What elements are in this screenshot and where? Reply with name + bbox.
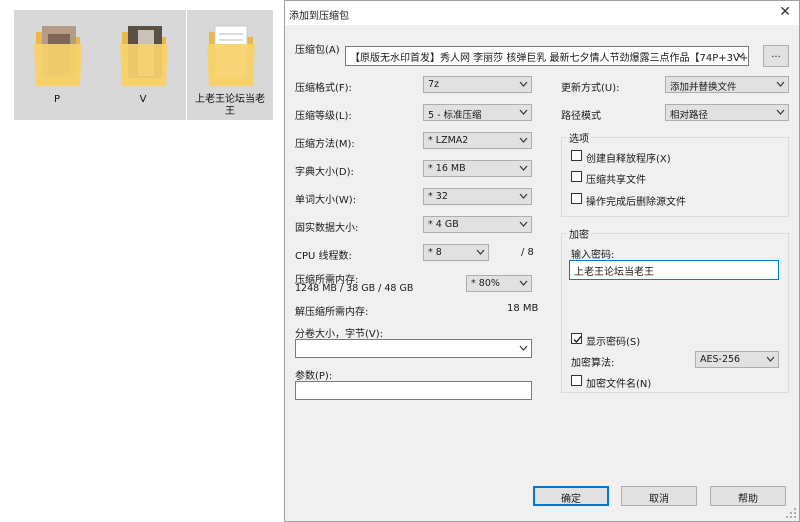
solid-value: * 4 GB: [428, 219, 459, 230]
update-mode-select[interactable]: 添加并替换文件: [665, 76, 789, 93]
shared-label: 压缩共享文件: [586, 175, 646, 186]
folder-icon: [34, 26, 82, 86]
format-select[interactable]: 7z: [423, 76, 532, 93]
chevron-down-icon: [519, 137, 528, 143]
archive-path-combo[interactable]: 【原版无水印首发】秀人网 李丽莎 核弹巨乳 最新七夕情人节劲爆露三点作品【74P…: [345, 46, 749, 66]
resize-grip-icon[interactable]: [785, 507, 797, 519]
volume-label: 分卷大小，字节(V):: [295, 329, 384, 340]
folder-p[interactable]: P: [14, 10, 100, 120]
word-value: * 32: [428, 191, 448, 202]
update-mode-value: 添加并替换文件: [670, 82, 737, 93]
chevron-down-icon: [766, 356, 775, 362]
volume-size-combo[interactable]: [295, 339, 532, 358]
threads-select[interactable]: * 8: [423, 244, 489, 261]
cancel-button[interactable]: 取消: [621, 486, 697, 506]
folder-laowang[interactable]: 上老王论坛当老王: [187, 10, 273, 120]
params-label: 参数(P):: [295, 371, 333, 382]
path-mode-value: 相对路径: [670, 110, 709, 121]
folder-icon: [207, 25, 255, 86]
method-value: * LZMA2: [428, 135, 469, 146]
memory-percent-value: * 80%: [471, 278, 500, 289]
chevron-down-icon: [519, 109, 528, 115]
decomp-memory-label: 解压缩所需内存:: [295, 307, 369, 318]
options-group-title: 选项: [567, 130, 591, 145]
path-mode-select[interactable]: 相对路径: [665, 104, 789, 121]
dict-value: * 16 MB: [428, 163, 466, 174]
delete-after-checkbox[interactable]: [571, 193, 582, 204]
folder-name: V: [139, 94, 147, 105]
params-input[interactable]: [295, 381, 532, 400]
chevron-down-icon: [519, 81, 528, 87]
folder-icon: [120, 26, 168, 86]
dialog-title: 添加到压缩包: [289, 11, 349, 22]
folder-name: 上老王论坛当老王: [195, 94, 265, 117]
help-button[interactable]: 帮助: [710, 486, 786, 506]
sfx-checkbox[interactable]: [571, 150, 582, 161]
delete-after-label: 操作完成后删除源文件: [586, 197, 686, 208]
solid-select[interactable]: * 4 GB: [423, 216, 532, 233]
browse-button[interactable]: ...: [763, 45, 789, 67]
shared-checkbox[interactable]: [571, 171, 582, 182]
threads-max: / 8: [521, 247, 534, 258]
encrypt-names-checkbox[interactable]: [571, 375, 582, 386]
checkmark-icon: [573, 336, 582, 344]
password-label: 输入密码:: [571, 250, 615, 261]
memory-detail: 1248 MB / 38 GB / 48 GB: [295, 283, 414, 294]
password-value: 上老王论坛当老王: [574, 267, 654, 278]
word-label: 单词大小(W):: [295, 195, 357, 206]
level-value: 5 - 标准压缩: [428, 110, 482, 121]
algo-select[interactable]: AES-256: [695, 351, 779, 368]
chevron-down-icon: [519, 221, 528, 227]
level-label: 压缩等级(L):: [295, 111, 352, 122]
threads-label: CPU 线程数:: [295, 251, 352, 262]
encryption-group-title: 加密: [567, 226, 591, 241]
threads-value: * 8: [428, 247, 442, 258]
update-mode-label: 更新方式(U):: [561, 83, 620, 94]
chevron-down-icon: [519, 280, 528, 286]
chevron-down-icon: [519, 193, 528, 199]
folder-v[interactable]: V: [100, 10, 186, 120]
word-select[interactable]: * 32: [423, 188, 532, 205]
title-bar: 添加到压缩包 ✕: [285, 1, 799, 25]
ok-button[interactable]: 确定: [533, 486, 609, 506]
format-label: 压缩格式(F):: [295, 83, 352, 94]
memory-percent-select[interactable]: * 80%: [466, 275, 532, 292]
chevron-down-icon: [519, 345, 528, 351]
chevron-down-icon: [776, 81, 785, 87]
folder-name: P: [53, 94, 61, 105]
solid-label: 固实数据大小:: [295, 223, 359, 234]
algo-value: AES-256: [700, 354, 741, 365]
algo-label: 加密算法:: [571, 358, 615, 369]
format-value: 7z: [428, 79, 440, 90]
add-to-archive-dialog: 添加到压缩包 ✕ 压缩包(A) 【原版无水印首发】秀人网 李丽莎 核弹巨乳 最新…: [284, 0, 800, 522]
method-select[interactable]: * LZMA2: [423, 132, 532, 149]
archive-path-value: 【原版无水印首发】秀人网 李丽莎 核弹巨乳 最新七夕情人节劲爆露三点作品【74P…: [350, 53, 749, 64]
chevron-down-icon: [476, 249, 485, 255]
method-label: 压缩方法(M):: [295, 139, 355, 150]
chevron-down-icon: [736, 52, 745, 58]
archive-label: 压缩包(A): [295, 45, 340, 56]
dict-select[interactable]: * 16 MB: [423, 160, 532, 177]
chevron-down-icon: [519, 165, 528, 171]
dict-label: 字典大小(D):: [295, 167, 354, 178]
close-icon[interactable]: ✕: [779, 4, 791, 20]
encrypt-names-label: 加密文件名(N): [586, 379, 652, 390]
decomp-memory-value: 18 MB: [507, 303, 539, 314]
chevron-down-icon: [776, 109, 785, 115]
show-password-checkbox[interactable]: [571, 333, 582, 344]
level-select[interactable]: 5 - 标准压缩: [423, 104, 532, 121]
show-password-label: 显示密码(S): [586, 337, 641, 348]
path-mode-label: 路径模式: [561, 111, 601, 122]
password-input[interactable]: 上老王论坛当老王: [569, 260, 779, 280]
sfx-label: 创建自释放程序(X): [586, 154, 671, 165]
